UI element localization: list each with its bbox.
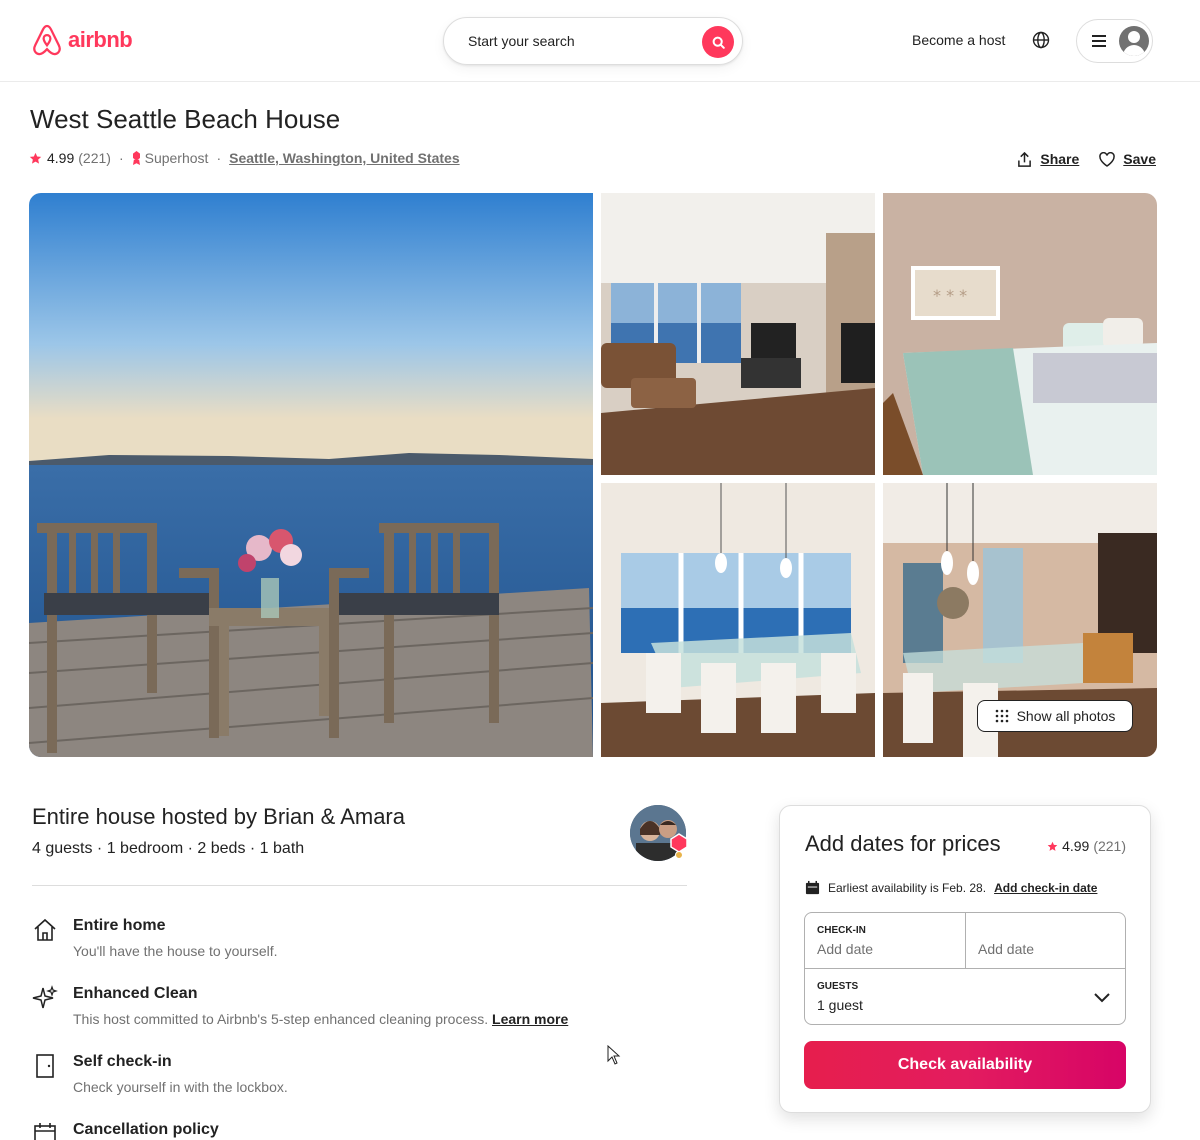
share-icon (1018, 151, 1032, 167)
add-checkin-link[interactable]: Add check-in date (994, 881, 1097, 895)
feature-description: Check yourself in with the lockbox. (73, 1079, 288, 1095)
photo-bedroom[interactable]: * * * (883, 193, 1157, 475)
show-all-photos-label: Show all photos (1016, 708, 1116, 724)
grid-icon (995, 709, 1008, 723)
feature-title: Self check-in (73, 1053, 172, 1070)
booking-card: Add dates for prices 4.99 (221) Earliest… (779, 805, 1151, 1113)
language-button[interactable] (1032, 31, 1050, 54)
sparkle-icon (32, 985, 58, 1009)
user-menu-button[interactable] (1076, 19, 1153, 63)
date-guest-picker: CHECK-IN Add date Add date GUESTS 1 gues… (804, 912, 1126, 1025)
save-button[interactable]: Save (1099, 151, 1156, 167)
booking-review-count[interactable]: (221) (1093, 838, 1126, 854)
airbnb-logo[interactable]: airbnb (32, 24, 133, 56)
learn-more-link[interactable]: Learn more (492, 1011, 568, 1027)
checkout-value: Add date (978, 941, 1035, 957)
heart-icon (1099, 151, 1116, 167)
feature-title: Enhanced Clean (73, 985, 198, 1002)
search-icon (712, 36, 725, 49)
search-button[interactable] (702, 26, 734, 58)
globe-icon (1032, 31, 1050, 49)
chevron-down-icon (1094, 993, 1110, 1003)
show-all-photos-button[interactable]: Show all photos (977, 700, 1133, 732)
review-count[interactable]: (221) (78, 150, 111, 166)
top-nav: airbnb Start your search Become a host (0, 0, 1200, 82)
guests-field[interactable]: GUESTS 1 guest (805, 969, 1125, 1025)
home-icon (34, 918, 56, 941)
share-label: Share (1040, 151, 1080, 167)
guests-label: GUESTS (817, 981, 859, 992)
listing-actions: Share Save (1017, 151, 1156, 167)
checkin-value: Add date (817, 941, 874, 957)
availability-notice: Earliest availability is Feb. 28. Add ch… (805, 880, 1097, 895)
scrollbar[interactable] (1194, 82, 1200, 1140)
photo-living-room[interactable] (601, 193, 875, 475)
star-icon (1047, 841, 1058, 851)
superhost-badge: Superhost (144, 150, 209, 166)
mouse-cursor-icon (607, 1045, 621, 1065)
logo-text: airbnb (68, 27, 133, 52)
checkout-field[interactable]: Add date (966, 913, 1126, 969)
photo-main[interactable] (29, 193, 593, 757)
user-avatar-icon (1119, 26, 1149, 56)
check-availability-button[interactable]: Check availability (804, 1041, 1126, 1089)
feature-title: Cancellation policy (73, 1121, 219, 1138)
search-placeholder: Start your search (468, 33, 575, 49)
booking-rating: 4.99 (221) (1047, 838, 1126, 854)
superhost-icon (132, 151, 140, 165)
availability-text: Earliest availability is Feb. 28. (828, 880, 987, 895)
booking-rating-value: 4.99 (1062, 838, 1090, 854)
guests-value: 1 guest (817, 997, 863, 1013)
listing-title: West Seattle Beach House (30, 104, 341, 134)
calendar-icon (34, 1123, 56, 1140)
listing-details: 4 guests · 1 bedroom · 2 beds · 1 bath (32, 840, 305, 857)
feature-description: You'll have the house to yourself. (73, 943, 278, 959)
photo-dining-room[interactable] (601, 483, 875, 757)
feature-description: This host committed to Airbnb's 5-step e… (73, 1011, 568, 1027)
section-divider (32, 885, 687, 886)
become-host-link[interactable]: Become a host (912, 32, 1005, 48)
calendar-icon (805, 880, 820, 895)
door-icon (36, 1054, 54, 1078)
rating-value: 4.99 (47, 150, 75, 166)
location-link[interactable]: Seattle, Washington, United States (229, 150, 460, 166)
feature-description-text: This host committed to Airbnb's 5-step e… (73, 1011, 489, 1027)
menu-icon (1092, 35, 1106, 47)
superhost-badge-icon (670, 833, 688, 859)
checkin-label: CHECK-IN (817, 925, 866, 936)
save-label: Save (1123, 151, 1156, 167)
checkin-field[interactable]: CHECK-IN Add date (805, 913, 966, 969)
listing-meta: 4.99 (221) · Superhost · Seattle, Washin… (29, 150, 460, 166)
booking-title: Add dates for prices (805, 831, 1001, 856)
airbnb-logo-icon (33, 24, 61, 56)
photo-gallery: * * * (29, 193, 1157, 757)
share-button[interactable]: Share (1017, 151, 1079, 167)
svg-text:* * *: * * * (933, 286, 967, 305)
search-bar[interactable]: Start your search (443, 17, 743, 65)
host-heading: Entire house hosted by Brian & Amara (32, 804, 405, 829)
feature-title: Entire home (73, 917, 166, 934)
star-icon (29, 152, 42, 164)
